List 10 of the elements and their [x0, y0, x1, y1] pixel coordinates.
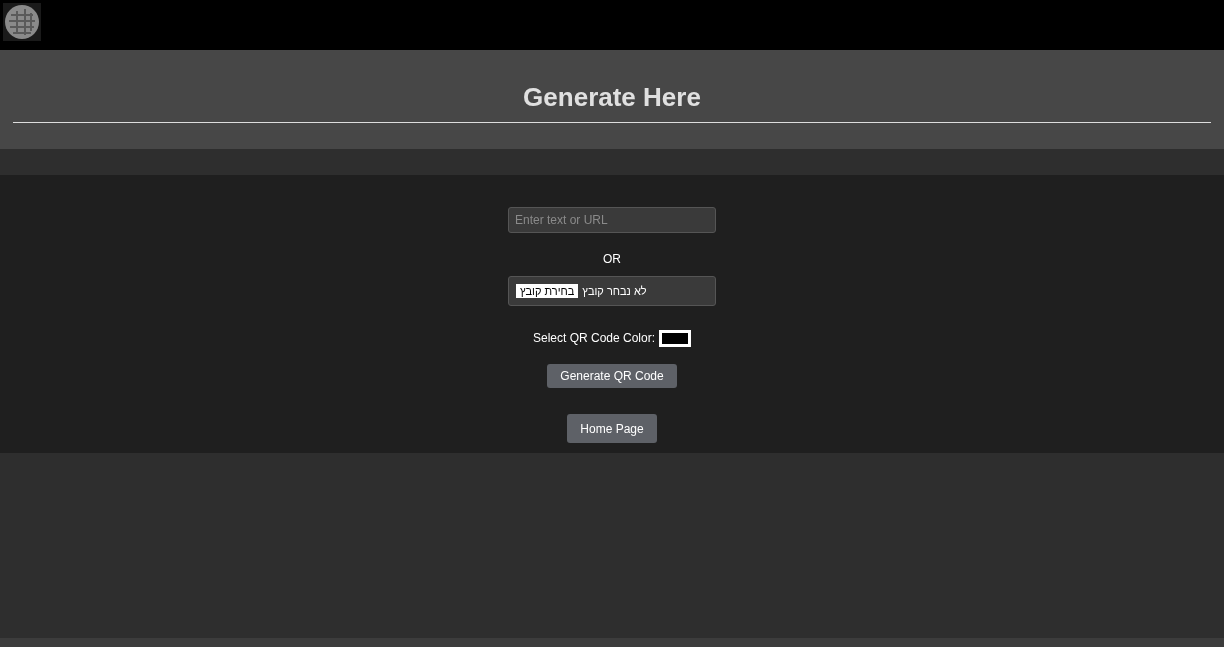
generate-qr-code-button[interactable]: Generate QR Code [547, 364, 677, 388]
color-label: Select QR Code Color: [532, 330, 656, 347]
logo-icon[interactable] [3, 3, 41, 41]
file-status-text: לא נבחר קובץ [582, 283, 647, 299]
page-title: Generate Here [523, 82, 701, 112]
text-input-field[interactable]: Enter text or URL [508, 207, 716, 233]
file-input-field[interactable]: בחירת קובץ לא נבחר קובץ [508, 276, 716, 306]
separator-text: OR [603, 251, 621, 268]
home-page-button[interactable]: Home Page [567, 414, 657, 443]
choose-file-button[interactable]: בחירת קובץ [516, 284, 579, 298]
